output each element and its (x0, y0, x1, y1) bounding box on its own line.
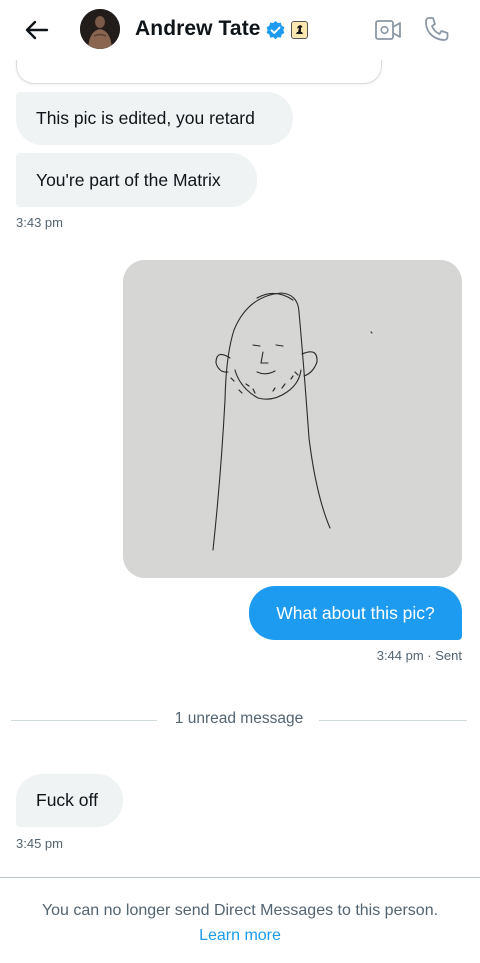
message-text: Fuck off (36, 790, 98, 810)
unread-label: 1 unread message (174, 710, 304, 727)
video-call-icon[interactable] (374, 17, 402, 43)
dm-restricted-footer: You can no longer send Direct Messages t… (0, 877, 480, 963)
sent-status: 3:44 pm · Sent (376, 648, 462, 663)
received-message[interactable]: Fuck off (16, 774, 123, 827)
sent-image[interactable] (123, 260, 462, 578)
message-text: This pic is edited, you retard (36, 108, 255, 128)
received-message[interactable]: You're part of the Matrix (16, 153, 257, 207)
message-text: You're part of the Matrix (36, 169, 221, 190)
avatar[interactable] (80, 9, 120, 49)
affiliate-badge-icon (291, 21, 308, 39)
received-message[interactable]: This pic is edited, you retard (16, 92, 293, 145)
verified-badge-icon (266, 20, 285, 40)
contact-name[interactable]: Andrew Tate (135, 17, 261, 41)
sent-message[interactable]: What about this pic? (249, 586, 462, 640)
learn-more-link[interactable]: Learn more (0, 927, 480, 945)
unread-divider: 1 unread message (11, 707, 467, 733)
restriction-notice: You can no longer send Direct Messages t… (41, 902, 439, 919)
conversation-header: Andrew Tate (0, 0, 480, 60)
message-timestamp: 3:43 pm (16, 215, 63, 230)
message-text: What about this pic? (276, 602, 435, 623)
back-arrow-icon[interactable] (22, 15, 52, 45)
phone-call-icon[interactable] (423, 15, 451, 43)
message-timestamp: 3:45 pm (16, 836, 63, 851)
